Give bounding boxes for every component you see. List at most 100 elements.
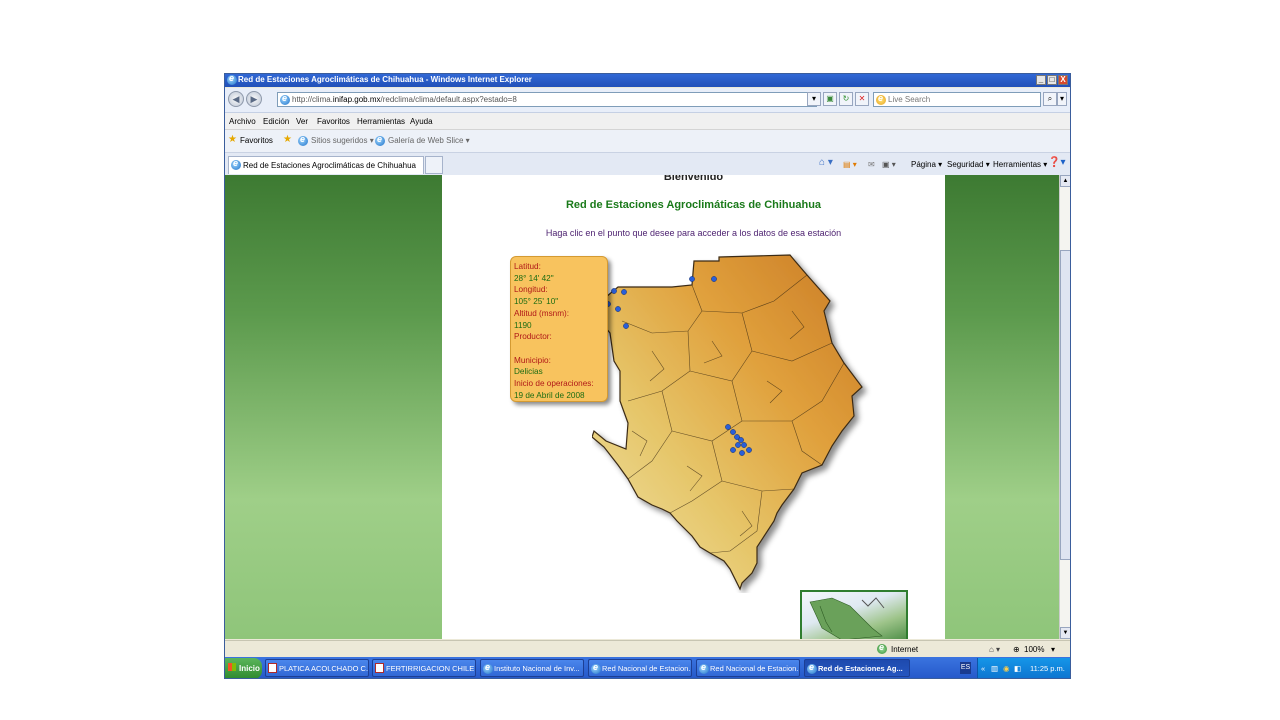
window-title: Red de Estaciones Agroclimáticas de Chih… xyxy=(238,75,532,84)
station-marker[interactable] xyxy=(623,323,629,329)
web-slice-link[interactable]: Galería de Web Slice ▾ xyxy=(388,136,470,145)
tab-ie-icon xyxy=(231,158,241,170)
station-marker[interactable] xyxy=(730,429,736,435)
scroll-down-button[interactable]: ▼ xyxy=(1060,627,1070,639)
browser-window: Red de Estaciones Agroclimáticas de Chih… xyxy=(224,73,1071,679)
language-indicator[interactable]: ES xyxy=(960,662,971,674)
scroll-up-button[interactable]: ▲ xyxy=(1060,175,1070,187)
station-marker[interactable] xyxy=(738,437,744,443)
refresh-icon[interactable]: ↻ xyxy=(839,92,853,106)
menu-bar: Archivo Edición Ver Favoritos Herramient… xyxy=(225,113,1070,130)
stop-icon[interactable]: ✕ xyxy=(855,92,869,106)
station-marker[interactable] xyxy=(735,442,741,448)
address-bar[interactable]: http://clima.inifap.gob.mx/redclima/clim… xyxy=(277,92,817,107)
station-marker[interactable] xyxy=(711,276,717,282)
search-input[interactable]: Live Search xyxy=(873,92,1041,107)
zoom-level[interactable]: 100% xyxy=(1024,645,1044,654)
page-icon xyxy=(280,93,290,105)
right-green-panel xyxy=(945,175,1059,639)
maximize-button[interactable]: □ xyxy=(1047,75,1057,85)
start-label: Inicio xyxy=(239,664,260,673)
welcome-heading: Bienvenido xyxy=(663,175,724,183)
protected-mode-icon[interactable]: ⌂ ▾ xyxy=(989,645,1000,654)
start-button[interactable]: Inicio xyxy=(225,658,262,678)
forward-button[interactable]: ▶ xyxy=(246,91,262,107)
search-icon[interactable]: ⌕ xyxy=(1043,92,1057,106)
zoom-dropdown-icon[interactable]: ▾ xyxy=(1051,645,1055,654)
security-menu[interactable]: Seguridad ▾ xyxy=(947,160,990,169)
new-tab-button[interactable] xyxy=(425,156,443,174)
tray-expand-icon[interactable]: « xyxy=(981,664,985,673)
taskbar-item-red-nacional-1[interactable]: Red Nacional de Estacion... xyxy=(588,659,692,677)
pdf-icon xyxy=(268,663,277,673)
taskbar-item-label: PLATICA ACOLCHADO C... xyxy=(279,664,369,673)
taskbar-item-red-estaciones[interactable]: Red de Estaciones Ag... xyxy=(804,659,910,677)
tab-chihuahua[interactable]: Red de Estaciones Agroclimáticas de Chih… xyxy=(228,156,424,174)
security-zone-text: Internet xyxy=(891,645,919,654)
mail-icon[interactable]: ✉ xyxy=(868,160,875,169)
back-button[interactable]: ◀ xyxy=(228,91,244,107)
taskbar-item-label: Red Nacional de Estacion... xyxy=(602,664,692,673)
menu-herramientas[interactable]: Herramientas xyxy=(357,117,405,126)
home-icon[interactable]: ⌂ ▾ xyxy=(819,157,833,168)
mexico-map-thumbnail[interactable] xyxy=(800,590,908,639)
network-icon[interactable]: ▥ xyxy=(991,664,998,673)
page-menu[interactable]: Página ▾ xyxy=(911,160,942,169)
station-marker[interactable] xyxy=(739,450,745,456)
taskbar-item-fertirrigacion[interactable]: FERTIRRIGACION CHILE xyxy=(372,659,476,677)
print-icon[interactable]: ▣ ▾ xyxy=(882,160,896,169)
taskbar-item-platica[interactable]: PLATICA ACOLCHADO C... xyxy=(265,659,369,677)
ie-icon xyxy=(227,74,237,85)
latitude-value: 28° 14' 42" xyxy=(514,273,554,283)
address-dropdown-button[interactable]: ▾ xyxy=(807,92,821,106)
taskbar-item-instituto[interactable]: Instituto Nacional de Inv... xyxy=(480,659,584,677)
station-marker[interactable] xyxy=(611,288,617,294)
chihuahua-map[interactable] xyxy=(592,251,882,593)
page-title: Red de Estaciones Agroclimáticas de Chih… xyxy=(565,199,822,211)
mexico-thumbnail-graphic xyxy=(809,597,885,639)
favorites-bar: ★ Favoritos ★ Sitios sugeridos ▾ Galería… xyxy=(225,130,1070,153)
volume-icon[interactable]: ◧ xyxy=(1014,664,1021,673)
feeds-icon[interactable]: ▤ ▾ xyxy=(843,160,857,169)
suggested-sites-link[interactable]: Sitios sugeridos ▾ xyxy=(311,136,374,145)
instruction-text: Haga clic en el punto que desee para acc… xyxy=(545,228,842,238)
station-marker[interactable] xyxy=(725,424,731,430)
station-marker[interactable] xyxy=(730,447,736,453)
close-button[interactable]: X xyxy=(1058,75,1068,85)
add-favorite-icon[interactable]: ★ xyxy=(283,134,292,145)
start-date-label: Inicio de operaciones: xyxy=(514,379,594,389)
taskbar-item-label: Red de Estaciones Ag... xyxy=(818,664,903,673)
scroll-thumb[interactable] xyxy=(1060,250,1070,560)
vertical-scrollbar[interactable]: ▲ ▼ xyxy=(1059,175,1070,639)
station-marker[interactable] xyxy=(615,306,621,312)
producer-label: Productor: xyxy=(514,332,552,342)
station-marker[interactable] xyxy=(689,276,695,282)
station-info-box: Latitud: 28° 14' 42" Longitud: 105° 25' … xyxy=(510,256,608,402)
help-icon[interactable]: ❓▾ xyxy=(1048,157,1065,168)
tools-menu[interactable]: Herramientas ▾ xyxy=(993,160,1047,169)
station-marker[interactable] xyxy=(746,447,752,453)
station-marker[interactable] xyxy=(621,289,627,295)
live-search-icon xyxy=(876,93,886,105)
center-panel: Bienvenido Red de Estaciones Agroclimáti… xyxy=(442,175,945,639)
taskbar-item-red-nacional-2[interactable]: Red Nacional de Estacion... xyxy=(696,659,800,677)
compatibility-icon[interactable]: ▣ xyxy=(823,92,837,106)
station-marker[interactable] xyxy=(741,442,747,448)
search-options-button[interactable]: ▾ xyxy=(1057,92,1067,106)
status-bar: Internet ⌂ ▾ ⊕ 100% ▾ xyxy=(225,640,1070,657)
zoom-icon[interactable]: ⊕ xyxy=(1013,645,1020,654)
page-content: Bienvenido Red de Estaciones Agroclimáti… xyxy=(225,175,1059,639)
menu-edicion[interactable]: Edición xyxy=(263,117,289,126)
municipality-label: Municipio: xyxy=(514,355,551,365)
menu-archivo[interactable]: Archivo xyxy=(229,117,256,126)
menu-ayuda[interactable]: Ayuda xyxy=(410,117,433,126)
favorites-button[interactable]: Favoritos xyxy=(240,136,273,145)
antivirus-icon[interactable]: ◉ xyxy=(1003,664,1010,673)
taskbar-item-label: Red Nacional de Estacion... xyxy=(710,664,800,673)
menu-favoritos[interactable]: Favoritos xyxy=(317,117,350,126)
menu-ver[interactable]: Ver xyxy=(296,117,308,126)
minimize-button[interactable]: _ xyxy=(1036,75,1046,85)
ie-icon xyxy=(591,662,601,674)
longitude-value: 105° 25' 10" xyxy=(514,297,559,307)
windows-logo-icon xyxy=(228,663,236,671)
